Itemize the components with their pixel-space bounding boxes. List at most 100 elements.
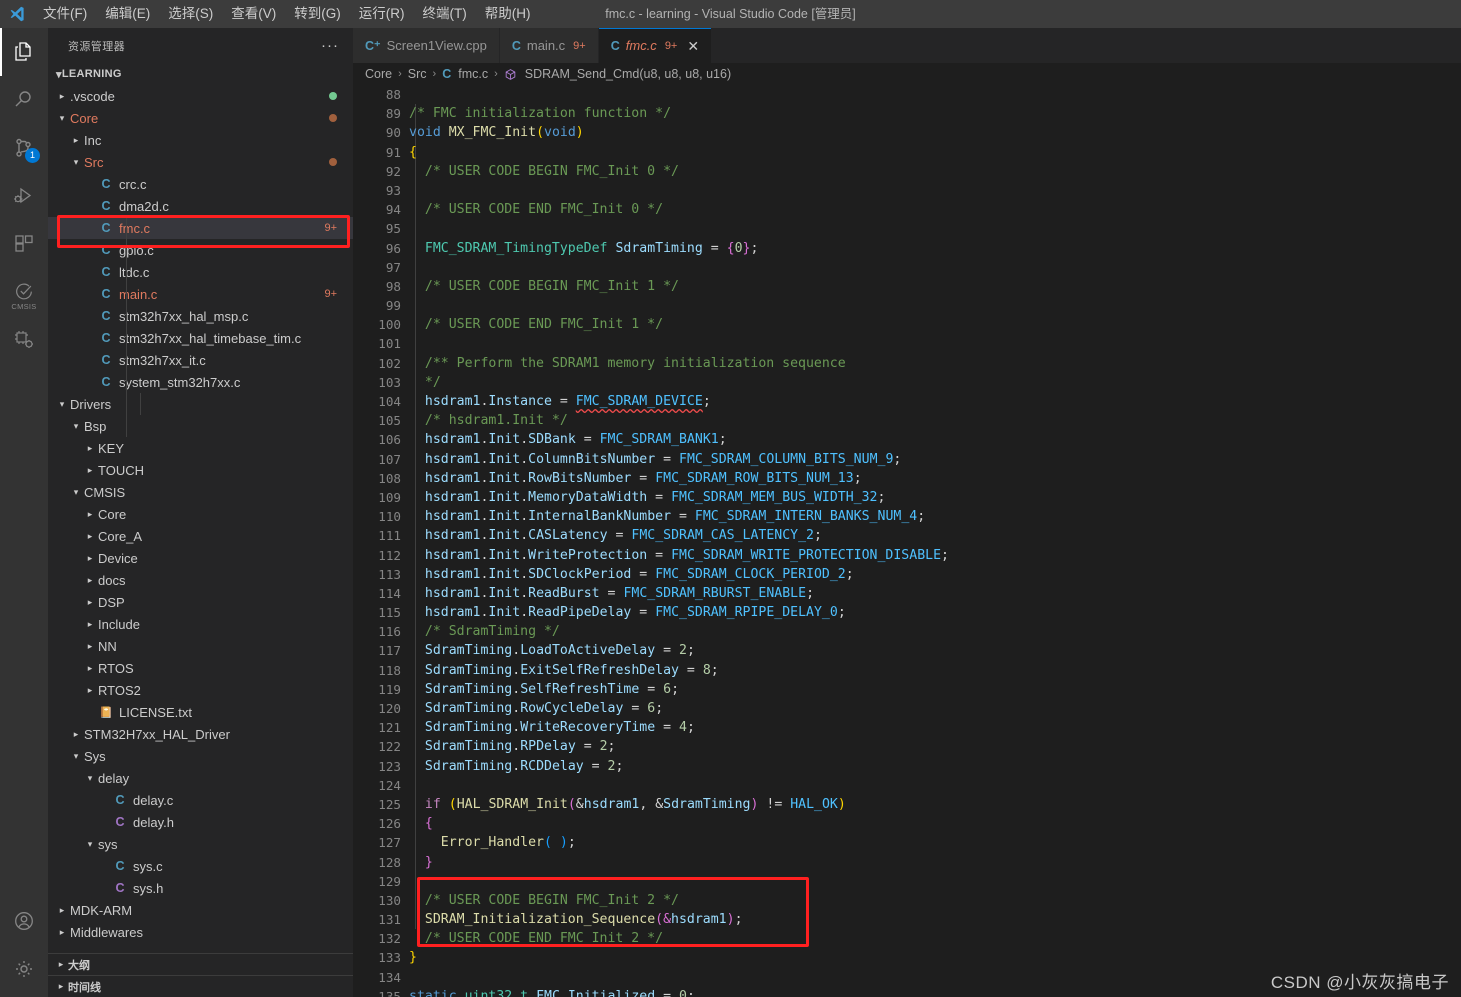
tree-item-docs[interactable]: ▸docs [48,569,353,591]
code-line[interactable]: hsdram1.Init.ReadBurst = FMC_SDRAM_RBURS… [409,584,1461,603]
code-line[interactable]: hsdram1.Instance = FMC_SDRAM_DEVICE; [409,392,1461,411]
breadcrumb-item[interactable]: Core [365,67,392,81]
tree-item-stm32h7xx_hal_timebase_tim.c[interactable]: Cstm32h7xx_hal_timebase_tim.c [48,327,353,349]
tree-item-core[interactable]: ▾Core [48,107,353,129]
tree-item-sys[interactable]: ▾sys [48,833,353,855]
tree-item-.vscode[interactable]: ▸.vscode [48,85,353,107]
code-line[interactable]: SdramTiming.ExitSelfRefreshDelay = 8; [409,661,1461,680]
tree-item-touch[interactable]: ▸TOUCH [48,459,353,481]
code-line[interactable]: hsdram1.Init.ReadPipeDelay = FMC_SDRAM_R… [409,603,1461,622]
code-line[interactable] [409,181,1461,200]
extensions-icon[interactable] [0,220,48,268]
menu-edit[interactable]: 编辑(E) [96,0,159,28]
code-line[interactable]: /** Perform the SDRAM1 memory initializa… [409,354,1461,373]
tree-item-device[interactable]: ▸Device [48,547,353,569]
breadcrumb-item[interactable]: Src [408,67,427,81]
code-line[interactable]: void MX_FMC_Init(void) [409,123,1461,142]
menu-terminal[interactable]: 终端(T) [414,0,476,28]
code-line[interactable] [409,872,1461,891]
source-control-icon[interactable]: 1 [0,124,48,172]
outline-section[interactable]: ▸ 大纲 [48,953,353,975]
cmsis-icon[interactable]: CMSIS [0,268,48,316]
code-line[interactable] [409,296,1461,315]
code-line[interactable]: SdramTiming.SelfRefreshTime = 6; [409,680,1461,699]
tree-item-delay.c[interactable]: Cdelay.c [48,789,353,811]
tree-item-inc[interactable]: ▸Inc [48,129,353,151]
code-line[interactable]: /* hsdram1.Init */ [409,411,1461,430]
editor-tab-screen1viewcpp[interactable]: C⁺Screen1View.cpp [353,28,500,63]
menu-bar[interactable]: 文件(F) 编辑(E) 选择(S) 查看(V) 转到(G) 运行(R) 终端(T… [34,0,540,28]
menu-go[interactable]: 转到(G) [285,0,350,28]
code-line[interactable]: hsdram1.Init.InternalBankNumber = FMC_SD… [409,507,1461,526]
tree-item-middlewares[interactable]: ▸Middlewares [48,921,353,943]
breadcrumb-item[interactable]: fmc.c [458,67,488,81]
code-line[interactable]: SdramTiming.LoadToActiveDelay = 2; [409,641,1461,660]
code-line[interactable]: hsdram1.Init.SDClockPeriod = FMC_SDRAM_C… [409,565,1461,584]
code-line[interactable]: hsdram1.Init.SDBank = FMC_SDRAM_BANK1; [409,430,1461,449]
code-line[interactable]: } [409,853,1461,872]
tree-item-key[interactable]: ▸KEY [48,437,353,459]
code-line[interactable]: /* USER CODE END FMC_Init 2 */ [409,929,1461,948]
code-line[interactable]: /* USER CODE BEGIN FMC_Init 0 */ [409,162,1461,181]
code-line[interactable]: /* USER CODE END FMC_Init 1 */ [409,315,1461,334]
code-line[interactable]: SdramTiming.WriteRecoveryTime = 4; [409,718,1461,737]
menu-help[interactable]: 帮助(H) [476,0,540,28]
run-and-debug-icon[interactable] [0,172,48,220]
code-line[interactable]: /* USER CODE BEGIN FMC_Init 2 */ [409,891,1461,910]
tree-item-stm32h7xx_it.c[interactable]: Cstm32h7xx_it.c [48,349,353,371]
code-line[interactable]: } [409,948,1461,967]
code-line[interactable]: hsdram1.Init.ColumnBitsNumber = FMC_SDRA… [409,450,1461,469]
code-line[interactable]: /* USER CODE BEGIN FMC_Init 1 */ [409,277,1461,296]
tree-item-delay[interactable]: ▾delay [48,767,353,789]
code-line[interactable]: hsdram1.Init.CASLatency = FMC_SDRAM_CAS_… [409,526,1461,545]
tree-item-sys.c[interactable]: Csys.c [48,855,353,877]
tree-item-ltdc.c[interactable]: Cltdc.c [48,261,353,283]
tree-item-nn[interactable]: ▸NN [48,635,353,657]
code-line[interactable]: if (HAL_SDRAM_Init(&hsdram1, &SdramTimin… [409,795,1461,814]
code-line[interactable]: /* FMC initialization function */ [409,104,1461,123]
accounts-icon[interactable] [0,897,48,945]
menu-file[interactable]: 文件(F) [34,0,96,28]
sidebar-more-actions-icon[interactable]: ··· [321,41,339,51]
tree-item-crc.c[interactable]: Ccrc.c [48,173,353,195]
tree-item-stm32h7xx_hal_msp.c[interactable]: Cstm32h7xx_hal_msp.c [48,305,353,327]
tree-item-fmc.c[interactable]: Cfmc.c9+ [48,217,353,239]
explorer-icon[interactable] [0,28,48,76]
code-line[interactable]: SdramTiming.RowCycleDelay = 6; [409,699,1461,718]
embedded-tools-icon[interactable] [0,316,48,364]
code-line[interactable]: { [409,814,1461,833]
tree-item-core[interactable]: ▸Core [48,503,353,525]
menu-run[interactable]: 运行(R) [350,0,414,28]
tree-item-license.txt[interactable]: 📔LICENSE.txt [48,701,353,723]
editor-tab-fmcc[interactable]: Cfmc.c9+✕ [599,28,712,63]
menu-selection[interactable]: 选择(S) [159,0,222,28]
code-line[interactable]: */ [409,373,1461,392]
editor-tab-mainc[interactable]: Cmain.c9+ [500,28,599,63]
workspace-root-row[interactable]: ▾ LEARNING [48,63,353,85]
tree-item-drivers[interactable]: ▾Drivers [48,393,353,415]
code-line[interactable]: hsdram1.Init.MemoryDataWidth = FMC_SDRAM… [409,488,1461,507]
tree-item-include[interactable]: ▸Include [48,613,353,635]
code-line[interactable]: /* SdramTiming */ [409,622,1461,641]
breadcrumb[interactable]: Core›Src›Cfmc.c›SDRAM_Send_Cmd(u8, u8, u… [353,63,1461,85]
tree-item-bsp[interactable]: ▾Bsp [48,415,353,437]
tree-item-delay.h[interactable]: Cdelay.h [48,811,353,833]
tree-item-core_a[interactable]: ▸Core_A [48,525,353,547]
search-icon[interactable] [0,76,48,124]
tree-item-system_stm32h7xx.c[interactable]: Csystem_stm32h7xx.c [48,371,353,393]
tree-item-src[interactable]: ▾Src [48,151,353,173]
code-line[interactable]: hsdram1.Init.WriteProtection = FMC_SDRAM… [409,546,1461,565]
menu-view[interactable]: 查看(V) [222,0,285,28]
code-line[interactable]: SdramTiming.RCDDelay = 2; [409,757,1461,776]
close-icon[interactable]: ✕ [687,39,699,53]
code-line[interactable]: SDRAM_Initialization_Sequence(&hsdram1); [409,910,1461,929]
code-line[interactable]: Error_Handler( ); [409,833,1461,852]
tree-item-rtos2[interactable]: ▸RTOS2 [48,679,353,701]
code-line[interactable]: hsdram1.Init.RowBitsNumber = FMC_SDRAM_R… [409,469,1461,488]
timeline-section[interactable]: ▸ 时间线 [48,975,353,997]
tree-item-mdk-arm[interactable]: ▸MDK-ARM [48,899,353,921]
tree-item-sys.h[interactable]: Csys.h [48,877,353,899]
code-line[interactable] [409,776,1461,795]
code-line[interactable]: /* USER CODE END FMC_Init 0 */ [409,200,1461,219]
tree-item-cmsis[interactable]: ▾CMSIS [48,481,353,503]
